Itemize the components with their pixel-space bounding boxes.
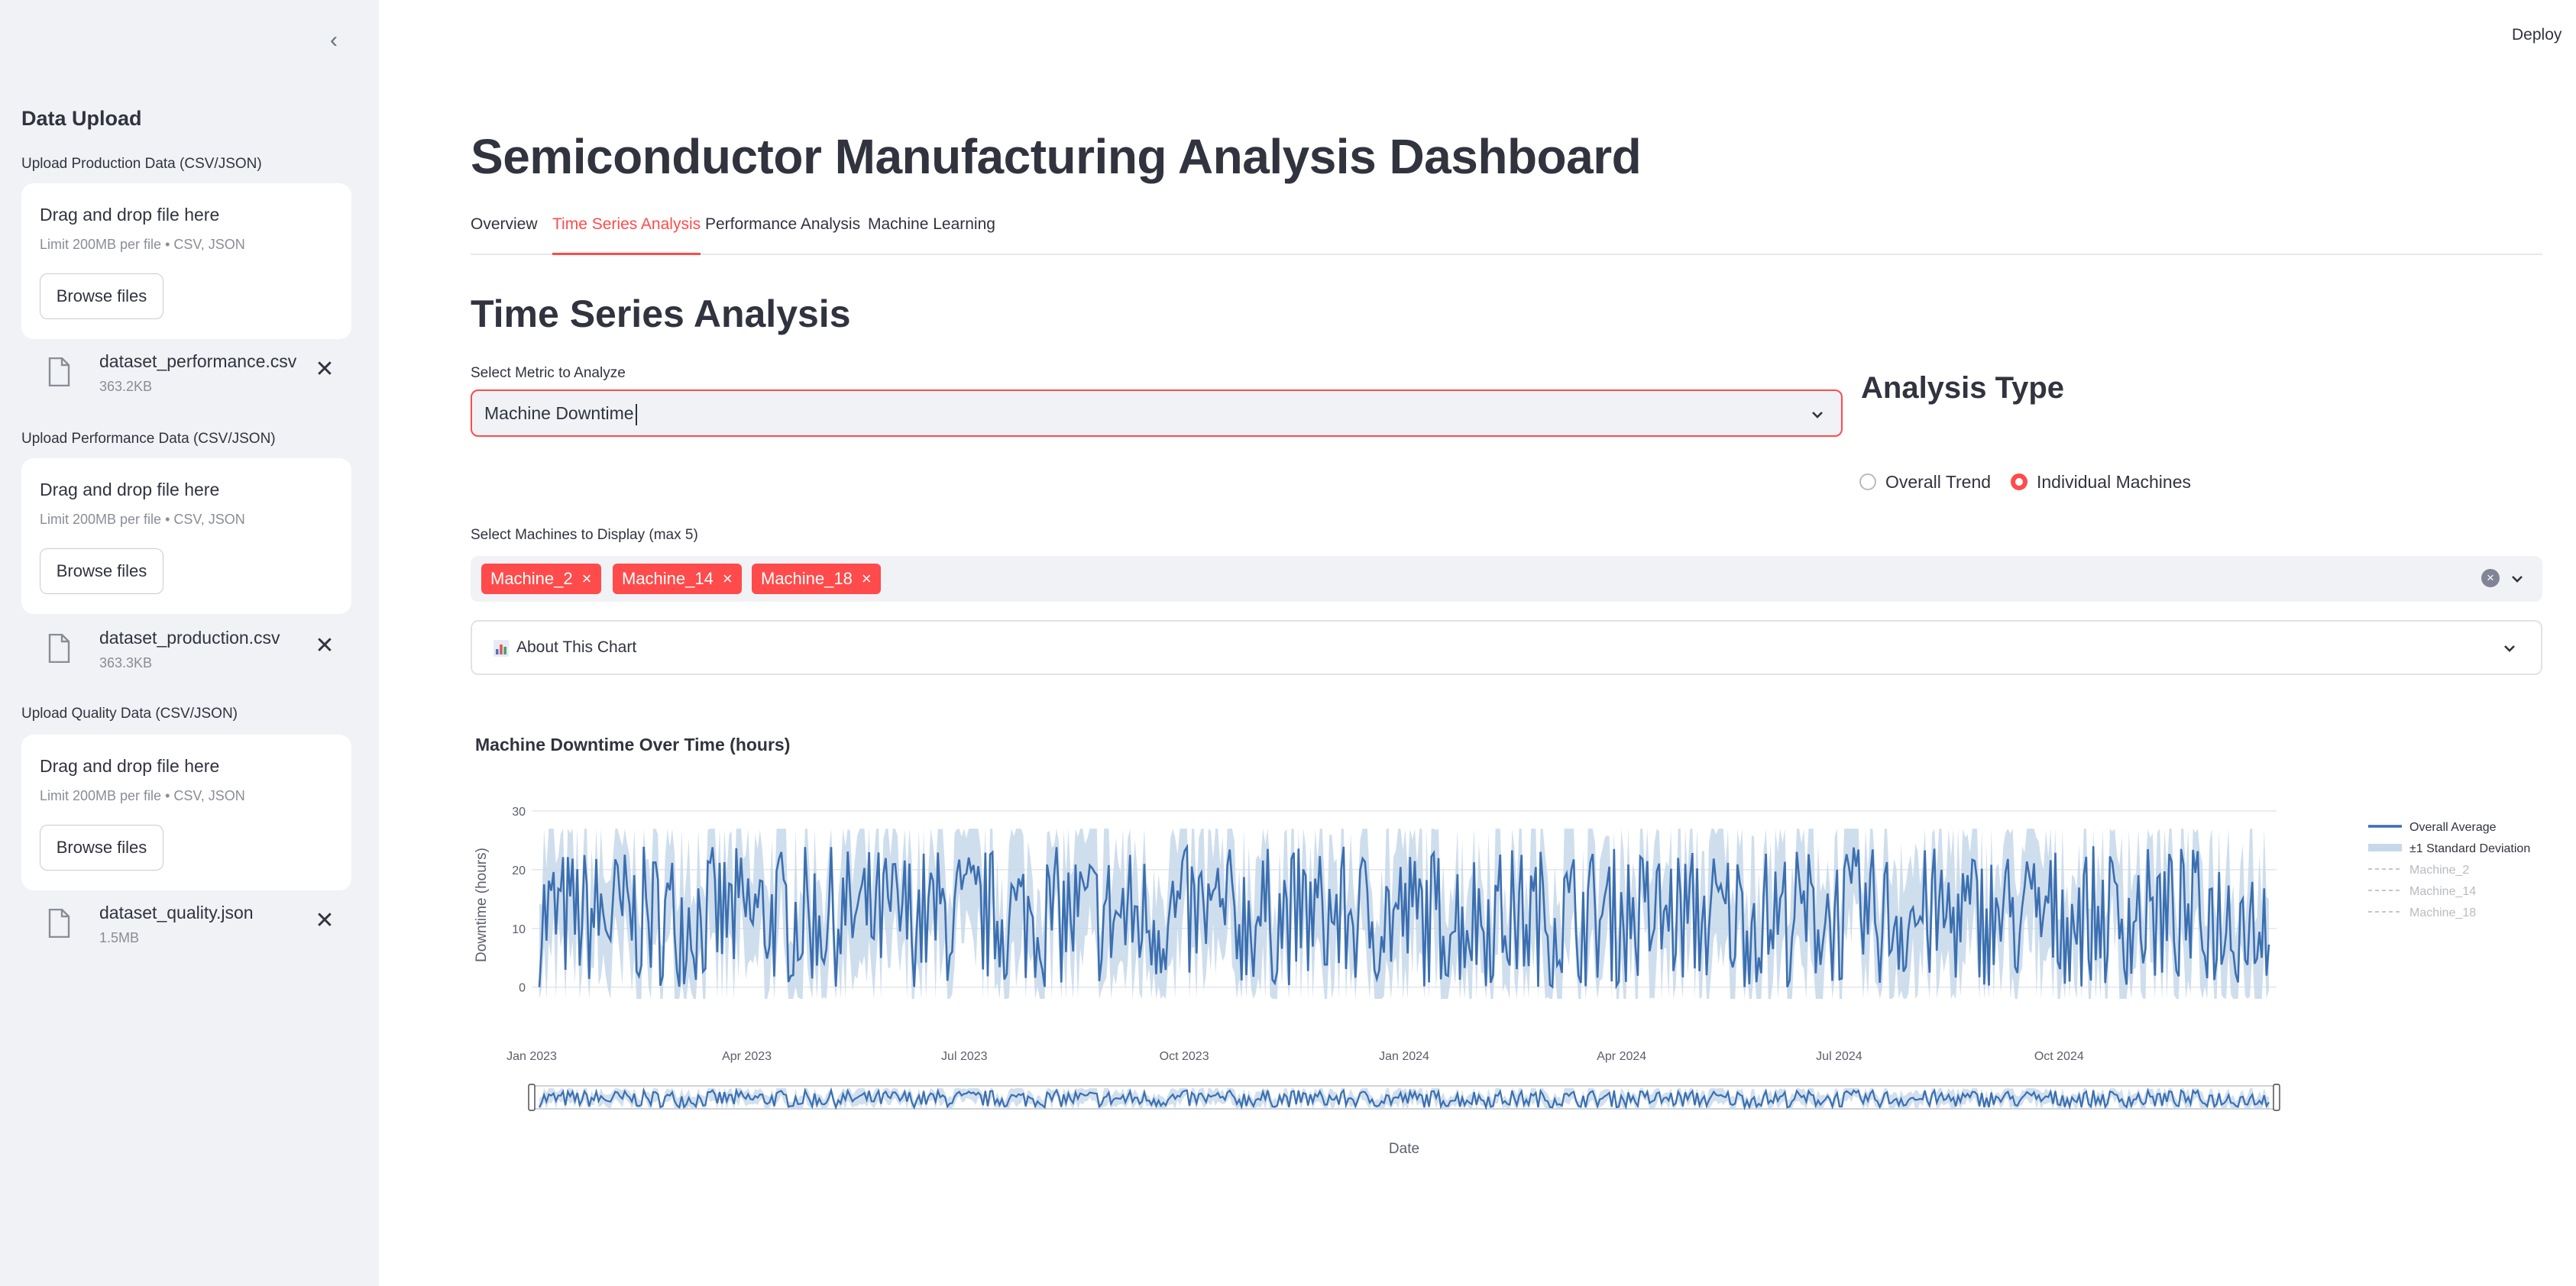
close-icon[interactable]: ✕ [312, 907, 338, 933]
tab-time-series-analysis[interactable]: Time Series Analysis [552, 215, 701, 255]
x-tick-label: Apr 2023 [722, 1050, 772, 1063]
analysis-type-title: Analysis Type [1861, 371, 2065, 405]
page-title: Semiconductor Manufacturing Analysis Das… [471, 129, 1642, 184]
radio-circle [1859, 473, 1876, 490]
uploaded-file: dataset_performance.csv 363.2KB ✕ [43, 351, 351, 405]
sidebar-title: Data Upload [21, 107, 142, 130]
slider-handle[interactable] [528, 1084, 536, 1111]
radio-overall-trend[interactable]: Overall Trend [1859, 470, 1991, 493]
chevron-left-icon[interactable]: ‹ [321, 27, 347, 53]
radio-label: Individual Machines [2037, 471, 2192, 492]
machine-tag[interactable]: Machine_14 × [613, 564, 742, 594]
x-axis-title: Date [1389, 1141, 1419, 1157]
about-chart-expander[interactable]: About This Chart [471, 620, 2542, 675]
performance-dropzone[interactable]: Drag and drop file here Limit 200MB per … [21, 458, 351, 614]
x-tick-label: Jul 2024 [1816, 1050, 1862, 1063]
machine-tag[interactable]: Machine_2 × [481, 564, 601, 594]
tab-performance-analysis[interactable]: Performance Analysis [705, 215, 860, 255]
legend-swatch [2368, 844, 2402, 851]
clear-all-icon[interactable]: × [2481, 569, 2500, 587]
file-name: dataset_quality.json [99, 903, 254, 922]
chart-title: Machine Downtime Over Time (hours) [475, 735, 791, 754]
tab-overview[interactable]: Overview [471, 215, 538, 255]
sidebar: ‹ Data Upload Upload Production Data (CS… [0, 0, 379, 1286]
upload-quality-label: Upload Quality Data (CSV/JSON) [21, 706, 238, 722]
dropzone-title: Drag and drop file here [40, 756, 220, 776]
legend-item[interactable]: Machine_18 [2409, 906, 2476, 919]
metric-select-label: Select Metric to Analyze [471, 365, 626, 381]
browse-files-button[interactable]: Browse files [40, 273, 163, 319]
file-icon [48, 909, 70, 938]
expander-label: About This Chart [516, 638, 637, 656]
metric-select-value: Machine Downtime [484, 403, 637, 425]
legend-item[interactable]: Machine_2 [2409, 864, 2469, 877]
x-tick-label: Jul 2023 [941, 1050, 988, 1063]
x-tick-label: Jan 2024 [1379, 1050, 1429, 1063]
dropzone-limit: Limit 200MB per file • CSV, JSON [40, 788, 245, 803]
radio-individual-machines[interactable]: Individual Machines [2011, 470, 2191, 493]
x-tick-label: Oct 2024 [2034, 1050, 2084, 1063]
file-name: dataset_performance.csv [99, 351, 297, 371]
y-tick-label: 0 [519, 982, 526, 995]
x-tick-label: Oct 2023 [1160, 1050, 1209, 1063]
dropzone-limit: Limit 200MB per file • CSV, JSON [40, 237, 245, 252]
quality-dropzone[interactable]: Drag and drop file here Limit 200MB per … [21, 735, 351, 890]
legend-item[interactable]: ±1 Standard Deviation [2409, 842, 2530, 855]
legend-item[interactable]: Machine_14 [2409, 885, 2476, 898]
file-icon [48, 357, 70, 386]
x-tick-label: Apr 2024 [1597, 1050, 1646, 1063]
uploaded-file: dataset_production.csv 363.3KB ✕ [43, 628, 351, 681]
upload-production-label: Upload Production Data (CSV/JSON) [21, 156, 262, 172]
close-icon[interactable]: × [723, 569, 733, 589]
close-icon[interactable]: × [862, 569, 872, 589]
production-dropzone[interactable]: Drag and drop file here Limit 200MB per … [21, 183, 351, 339]
deploy-button[interactable]: Deploy [2512, 26, 2561, 44]
radio-circle-selected [2011, 473, 2027, 490]
tab-bar: Overview Time Series Analysis Performanc… [471, 215, 2542, 255]
chevron-down-icon [2504, 645, 2515, 652]
dropzone-limit: Limit 200MB per file • CSV, JSON [40, 512, 245, 527]
y-tick-label: 20 [512, 864, 526, 877]
machine-tag[interactable]: Machine_18 × [752, 564, 881, 594]
chevron-down-icon [1812, 412, 1823, 418]
chevron-down-icon[interactable] [2509, 570, 2526, 587]
machines-multiselect[interactable]: Machine_2 × Machine_14 × Machine_18 × × [471, 556, 2542, 602]
downtime-line-chart[interactable]: 0 10 20 30 Jan 2023 Apr 2023 Jul 2023 Oct 2023 J… [458, 779, 2552, 1176]
dropzone-title: Drag and drop file here [40, 480, 220, 499]
upload-performance-label: Upload Performance Data (CSV/JSON) [21, 431, 276, 447]
bar-chart-icon [494, 640, 509, 657]
chart-legend[interactable]: Overall Average ±1 Standard Deviation Mach… [2368, 821, 2530, 919]
section-title: Time Series Analysis [471, 292, 851, 335]
uploaded-file: dataset_quality.json 1.5MB ✕ [43, 903, 351, 956]
range-slider[interactable] [528, 1084, 2280, 1111]
close-icon[interactable]: ✕ [312, 632, 338, 658]
metric-select[interactable]: Machine Downtime [471, 389, 1843, 437]
browse-files-button[interactable]: Browse files [40, 825, 163, 871]
file-size: 1.5MB [99, 930, 140, 945]
file-size: 363.2KB [99, 379, 153, 394]
file-name: dataset_production.csv [99, 628, 280, 648]
machines-select-label: Select Machines to Display (max 5) [471, 527, 698, 543]
dropzone-title: Drag and drop file here [40, 205, 220, 225]
x-tick-label: Jan 2023 [506, 1050, 557, 1063]
slider-handle[interactable] [2273, 1084, 2280, 1111]
radio-label: Overall Trend [1885, 471, 1992, 492]
browse-files-button[interactable]: Browse files [40, 548, 163, 594]
close-icon[interactable]: × [582, 569, 592, 589]
y-tick-label: 30 [512, 806, 526, 819]
tab-machine-learning[interactable]: Machine Learning [868, 215, 995, 255]
close-icon[interactable]: ✕ [312, 356, 338, 382]
file-size: 363.3KB [99, 655, 153, 670]
y-tick-label: 10 [512, 923, 526, 936]
y-axis-title: Downtime (hours) [474, 848, 490, 962]
legend-item[interactable]: Overall Average [2409, 821, 2497, 834]
file-icon [48, 634, 70, 663]
